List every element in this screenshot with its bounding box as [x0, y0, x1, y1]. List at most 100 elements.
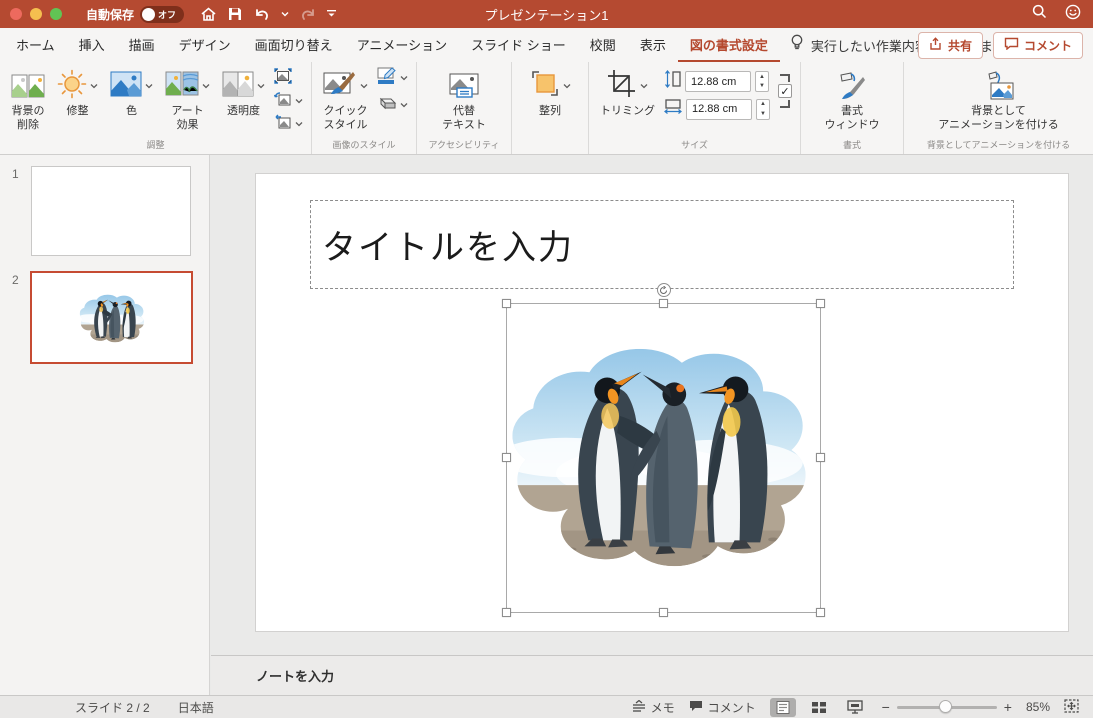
picture-effects-chevron-icon [400, 102, 408, 108]
transparency-button[interactable]: 透明度 [219, 66, 268, 121]
tab-review[interactable]: 校閲 [578, 27, 628, 63]
corrections-sun-icon [57, 69, 87, 104]
ribbon-group-adjust: 背景の 削除 修整 色 アート 効果 透明度 調整 [0, 62, 311, 154]
zoom-slider-thumb[interactable] [938, 699, 952, 713]
slide-canvas[interactable]: タイトルを入力 [255, 173, 1069, 632]
crop-icon [607, 69, 637, 103]
animate-as-background-button[interactable]: 背景として アニメーションを付ける [935, 66, 1062, 135]
zoom-slider[interactable] [896, 699, 997, 713]
share-button[interactable]: 共有 [917, 31, 983, 59]
undo-menu-chevron-icon[interactable] [281, 11, 289, 17]
slide-2-thumbnail[interactable] [30, 271, 193, 364]
quick-access-menu-icon[interactable] [327, 10, 337, 18]
picture-selection[interactable] [502, 283, 825, 617]
tab-draw[interactable]: 描画 [117, 27, 167, 63]
autosave-toggle[interactable]: オフ [140, 5, 185, 23]
tab-picture-format[interactable]: 図の書式設定 [677, 27, 780, 63]
slide-2-thumbnail-picture [79, 292, 145, 344]
ribbon-group-format: 書式 ウィンドウ 書式 [800, 62, 903, 154]
tab-view[interactable]: 表示 [628, 27, 678, 63]
save-icon[interactable] [227, 6, 243, 22]
lock-aspect-ratio-checkbox[interactable]: ✓ [778, 84, 792, 98]
tab-design[interactable]: デザイン [167, 27, 243, 63]
crop-button[interactable]: トリミング [597, 66, 658, 121]
zoom-in-button[interactable]: + [1004, 699, 1012, 715]
remove-background-button[interactable]: 背景の 削除 [8, 66, 48, 135]
lightbulb-icon [790, 34, 804, 56]
zoom-control: − + [882, 699, 1012, 715]
arrange-button[interactable]: 整列 [527, 66, 574, 121]
minimize-window-button[interactable] [30, 8, 42, 20]
change-picture-icon [273, 91, 292, 112]
notes-toggle-button[interactable]: メモ [632, 699, 675, 716]
crop-label: トリミング [600, 105, 655, 117]
corrections-label: 修整 [66, 105, 89, 117]
ribbon: 背景の 削除 修整 色 アート 効果 透明度 調整 クイック スタイル 画像のス… [0, 62, 1093, 155]
quick-styles-button[interactable]: クイック スタイル [320, 66, 371, 135]
shape-width-input[interactable] [686, 98, 752, 120]
zoom-window-button[interactable] [50, 8, 62, 20]
resize-handle-top-right[interactable] [816, 299, 825, 308]
penguin-picture[interactable] [510, 337, 809, 574]
comments-toggle-button[interactable]: コメント [689, 699, 756, 716]
shape-width-stepper[interactable]: ▲ ▼ [756, 98, 770, 120]
tab-home[interactable]: ホーム [4, 27, 67, 63]
comments-button[interactable]: コメント [992, 31, 1083, 59]
group-label-accessibility: アクセシビリティ [428, 140, 500, 150]
resize-handle-bottom-right[interactable] [816, 608, 825, 617]
shape-height-stepper[interactable]: ▲ ▼ [755, 71, 769, 92]
slide-1-thumbnail[interactable] [31, 166, 191, 256]
ribbon-group-size: トリミング ▲▼ ▲▼ [588, 62, 800, 154]
autosave-toggle-knob [142, 7, 156, 21]
artistic-effects-button[interactable]: アート 効果 [162, 66, 213, 135]
crop-chevron-icon [640, 83, 648, 89]
zoom-level[interactable]: 85% [1026, 700, 1050, 714]
slide-sorter-view-button[interactable] [806, 698, 832, 717]
resize-handle-bottom-left[interactable] [502, 608, 511, 617]
notes-toggle-label: メモ [650, 700, 675, 715]
picture-border-button[interactable] [377, 67, 408, 87]
main-area: 1 2 タイトルを入力 ノートを入力 [0, 155, 1093, 695]
language-indicator[interactable]: 日本語 [178, 699, 214, 716]
slideshow-view-button[interactable] [842, 698, 868, 717]
compress-pictures-button[interactable] [274, 67, 303, 87]
account-icon[interactable] [1065, 4, 1081, 25]
tab-transitions[interactable]: 画面切り替え [243, 27, 345, 63]
group-label-size: サイズ [681, 140, 708, 150]
fit-slide-to-window-button[interactable] [1064, 698, 1079, 716]
alt-text-button[interactable]: 代替 テキスト [439, 66, 489, 135]
reset-picture-chevron-icon [295, 121, 303, 127]
undo-icon[interactable] [253, 6, 271, 22]
color-picture-icon [110, 71, 142, 102]
normal-view-button[interactable] [769, 697, 796, 717]
rotate-handle[interactable] [656, 283, 671, 297]
shape-height-input[interactable] [685, 71, 751, 92]
change-picture-button[interactable] [273, 91, 303, 112]
resize-handle-top-center[interactable] [658, 299, 668, 308]
resize-handle-top-left[interactable] [502, 299, 511, 308]
resize-handle-bottom-center[interactable] [658, 608, 668, 617]
home-icon[interactable] [200, 6, 217, 22]
group-label-arrange [520, 138, 580, 152]
slide-editor: タイトルを入力 [211, 155, 1093, 655]
corrections-button[interactable]: 修整 [54, 66, 101, 121]
search-icon[interactable] [1032, 4, 1047, 24]
change-picture-chevron-icon [295, 98, 303, 104]
corrections-chevron-icon [90, 83, 98, 89]
resize-handle-middle-right[interactable] [816, 453, 825, 462]
title-placeholder[interactable]: タイトルを入力 [310, 200, 1014, 289]
resize-handle-middle-left[interactable] [502, 453, 511, 462]
tab-animations[interactable]: アニメーション [345, 27, 459, 63]
tab-slideshow[interactable]: スライド ショー [459, 27, 578, 63]
comments-toggle-label: コメント [707, 700, 756, 715]
color-button[interactable]: 色 [107, 66, 156, 121]
format-pane-button[interactable]: 書式 ウィンドウ [822, 66, 883, 135]
reset-picture-button[interactable] [274, 114, 303, 133]
zoom-out-button[interactable]: − [882, 699, 890, 715]
tab-insert[interactable]: 挿入 [67, 27, 117, 63]
close-window-button[interactable] [10, 8, 22, 20]
slide-counter: スライド 2 / 2 [75, 700, 150, 715]
remove-background-label: 背景の 削除 [11, 105, 45, 131]
picture-effects-button[interactable] [377, 96, 408, 114]
notes-pane[interactable]: ノートを入力 [211, 655, 1093, 695]
